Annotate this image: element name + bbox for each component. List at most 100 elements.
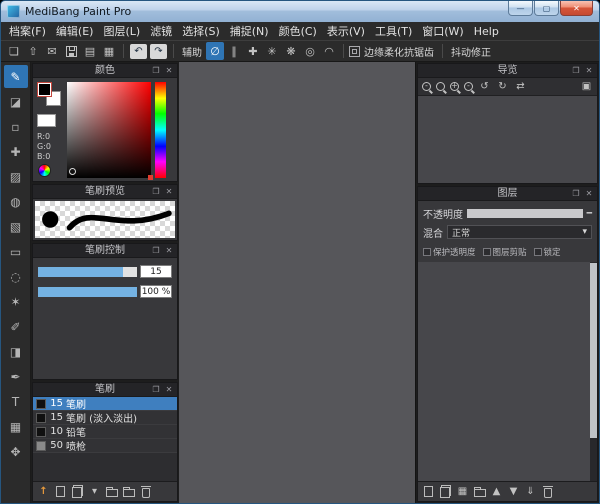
delete-brush-icon[interactable] [139,485,152,499]
close-icon[interactable]: ✕ [584,189,594,198]
popout-icon[interactable]: ❐ [571,189,581,198]
foreground-color-swatch[interactable] [37,82,52,97]
brush-tool[interactable]: ✎ [4,65,28,88]
snap-circle-icon[interactable]: ◎ [301,42,319,60]
move-layer-down-icon[interactable]: ▼ [507,485,520,499]
maximize-button[interactable]: ▢ [534,1,559,16]
fit-window-icon[interactable]: ▣ [580,80,593,94]
brush-opacity-value[interactable]: 100 % [140,285,172,298]
brush-menu-caret-icon[interactable]: ▾ [88,485,101,499]
select-eraser-tool[interactable]: ◨ [4,340,28,363]
text-tool[interactable]: T [4,390,28,413]
snap-cross-icon[interactable]: ✚ [244,42,262,60]
layer-opacity-slider[interactable] [467,209,583,218]
white-swatch[interactable] [37,114,56,127]
lock-checkbox[interactable]: 锁定 [534,246,561,258]
snap-curve-icon[interactable]: ◠ [320,42,338,60]
popout-icon[interactable]: ❐ [571,66,581,75]
rotate-ccw-icon[interactable]: ↺ [478,80,491,94]
gradient-tool[interactable]: ▧ [4,215,28,238]
close-icon[interactable]: ✕ [584,66,594,75]
menu-item-filter[interactable]: 滤镜 [145,21,177,41]
snap-radial-icon[interactable]: ❋ [282,42,300,60]
popout-icon[interactable]: ❐ [151,66,161,75]
snap-vanishing-icon[interactable]: ✳ [263,42,281,60]
layer-folder-icon[interactable] [473,485,486,499]
snap-parallel-icon[interactable]: ∥ [225,42,243,60]
brush-list-item[interactable]: 50 喷枪 [33,439,177,453]
protect-alpha-checkbox[interactable]: 保护透明度 [423,246,476,258]
brush-size-slider[interactable] [38,267,137,277]
export-icon[interactable]: ⇧ [24,42,42,60]
move-layer-up-icon[interactable]: ▲ [490,485,503,499]
palette-icon[interactable] [38,164,51,177]
canvas[interactable] [179,62,415,503]
menu-item-tool[interactable]: 工具(T) [370,21,417,41]
zoom-fit-icon[interactable] [464,82,473,91]
bucket-tool[interactable]: ◍ [4,190,28,213]
popout-icon[interactable]: ❐ [151,187,161,196]
saturation-value-picker[interactable] [67,82,151,178]
brush-list-item[interactable]: 15 笔刷 [33,397,177,411]
duplicate-layer-icon[interactable] [439,485,452,499]
zoom-out-icon[interactable] [422,82,431,91]
navigator-preview[interactable] [418,96,597,183]
title-bar[interactable]: MediBang Paint Pro — ▢ ✕ [1,1,599,22]
opacity-menu-icon[interactable]: ━ [587,209,592,219]
close-icon[interactable]: ✕ [164,385,174,394]
upload-brush-icon[interactable]: ↑ [37,485,50,499]
hand-tool[interactable]: ✥ [4,440,28,463]
flip-horizontal-icon[interactable]: ⇄ [514,80,527,94]
close-icon[interactable]: ✕ [164,246,174,255]
select-pen-tool[interactable]: ✐ [4,315,28,338]
menu-item-select[interactable]: 选择(S) [177,21,225,41]
sv-picker-marker[interactable] [69,168,76,175]
popout-icon[interactable]: ❐ [151,385,161,394]
select-tool[interactable]: ▭ [4,240,28,263]
layer-list[interactable] [418,262,590,481]
comment-icon[interactable]: ✉ [43,42,61,60]
delete-layer-icon[interactable] [541,485,554,499]
antialias-checkbox-icon[interactable] [349,46,360,57]
menu-item-layer[interactable]: 图层(L) [98,21,145,41]
clipping-checkbox[interactable]: 图层剪贴 [483,246,527,258]
gallery-icon[interactable]: ▤ [81,42,99,60]
close-icon[interactable]: ✕ [164,187,174,196]
hue-slider[interactable] [155,82,166,178]
new-canvas-icon[interactable]: ❏ [5,42,23,60]
menu-item-edit[interactable]: 编辑(E) [51,21,99,41]
scrollbar-thumb[interactable] [590,263,597,438]
brush-folder2-icon[interactable] [122,485,135,499]
menu-item-window[interactable]: 窗口(W) [417,21,468,41]
move-tool[interactable]: ✚ [4,140,28,163]
menu-item-file[interactable]: 档案(F) [4,21,51,41]
brush-list-item[interactable]: 10 铅笔 [33,425,177,439]
blend-mode-dropdown[interactable]: 正常 ▾ [447,225,592,239]
undo-icon[interactable]: ↶ [130,44,147,59]
snap-off-icon[interactable]: ∅ [206,42,224,60]
grid-icon[interactable]: ▦ [100,42,118,60]
menu-item-snap[interactable]: 捕捉(N) [225,21,274,41]
close-button[interactable]: ✕ [560,1,593,16]
brush-list-item[interactable]: 15 笔刷 (淡入淡出) [33,411,177,425]
menu-item-view[interactable]: 表示(V) [322,21,370,41]
lasso-tool[interactable]: ◌ [4,265,28,288]
dot-tool[interactable]: ▫ [4,115,28,138]
add-layer-icon[interactable] [422,485,435,499]
redo-icon[interactable]: ↷ [150,44,167,59]
rotate-cw-icon[interactable]: ↻ [496,80,509,94]
zoom-in-icon[interactable] [450,82,459,91]
brush-folder-icon[interactable] [105,485,118,499]
save-icon[interactable] [62,42,80,60]
magic-wand-tool[interactable]: ✶ [4,290,28,313]
layer-scrollbar[interactable] [590,262,597,481]
popout-icon[interactable]: ❐ [151,246,161,255]
eraser-tool[interactable]: ◪ [4,90,28,113]
eyedropper-tool[interactable]: ✒ [4,365,28,388]
close-icon[interactable]: ✕ [164,66,174,75]
brush-size-value[interactable]: 15 [140,265,172,278]
menu-item-color[interactable]: 颜色(C) [274,21,322,41]
edit-brush-icon[interactable] [71,485,84,499]
fill-tool[interactable]: ▨ [4,165,28,188]
menu-item-help[interactable]: Help [469,23,504,40]
